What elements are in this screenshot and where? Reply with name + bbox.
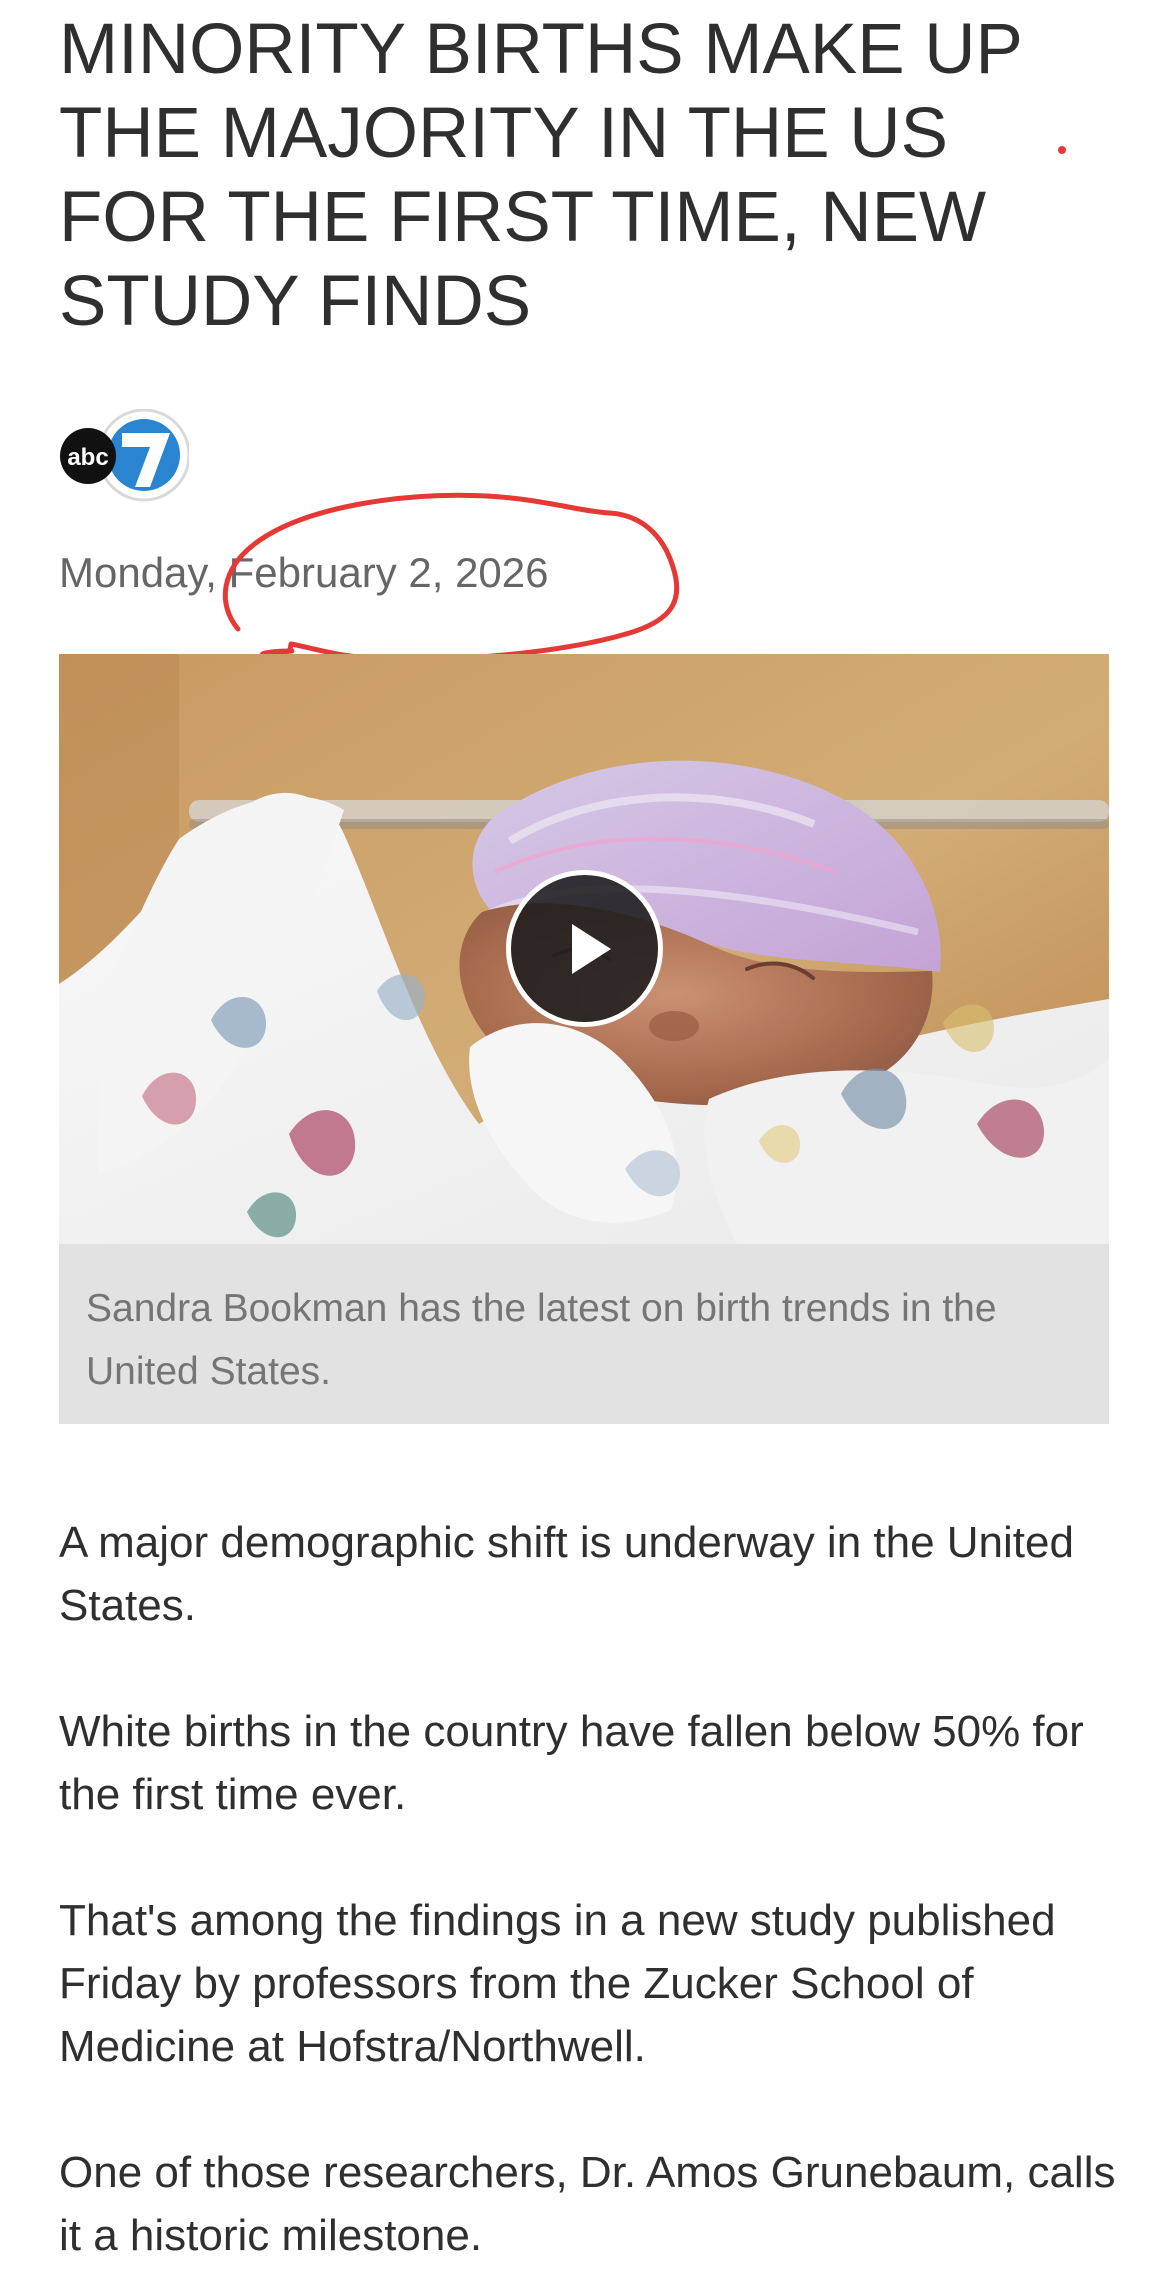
red-dot-mark [1058, 146, 1066, 154]
abc7-logo: abc 7 [59, 408, 191, 503]
article-page: MINORITY BIRTHS MAKE UP THE MAJORITY IN … [0, 0, 1168, 2289]
abc7-logo-icon: abc 7 [60, 408, 191, 502]
abc-logo-text: abc [67, 444, 108, 471]
play-icon [572, 924, 611, 974]
video-card[interactable]: Sandra Bookman has the latest on birth t… [59, 654, 1109, 1424]
article-paragraph: White births in the country have fallen … [59, 1707, 1084, 1819]
article-paragraph: One of those researchers, Dr. Amos Grune… [59, 2148, 1116, 2260]
seven-logo-text: 7 [128, 420, 160, 485]
article-body: A major demographic shift is underway in… [59, 1511, 1119, 2289]
article-headline: MINORITY BIRTHS MAKE UP THE MAJORITY IN … [59, 10, 1022, 341]
article-paragraph: That's among the findings in a new study… [59, 1896, 1056, 2071]
article-paragraph: A major demographic shift is underway in… [59, 1518, 1074, 1630]
video-caption: Sandra Bookman has the latest on birth t… [86, 1287, 997, 1393]
publish-date: Monday, February 2, 2026 [59, 549, 549, 596]
video-thumbnail[interactable] [59, 654, 1109, 1244]
play-button[interactable] [506, 870, 663, 1027]
